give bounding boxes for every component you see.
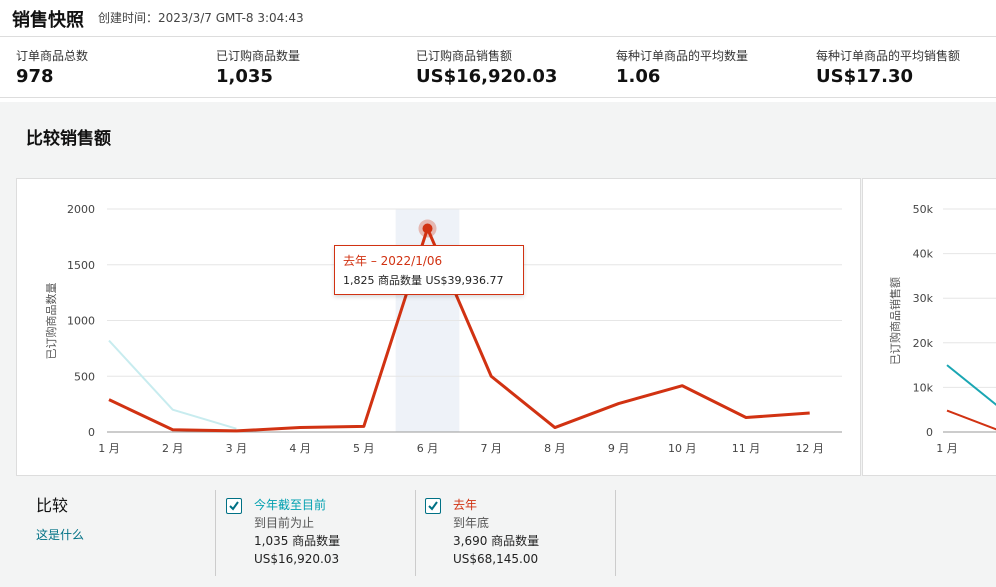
metric-ordered-sales: 已订购商品销售额 US$16,920.03 <box>416 47 557 87</box>
tooltip-title: 去年 – 2022/1/06 <box>343 254 443 268</box>
x-tick-label: 4 月 <box>289 442 311 455</box>
metric-label: 已订购商品销售额 <box>416 49 513 63</box>
legend-sub: 到目前为止 <box>254 516 315 530</box>
series-line[interactable] <box>946 409 996 432</box>
y-tick-label: 0 <box>88 426 95 439</box>
metric-label: 每种订单商品的平均数量 <box>616 49 749 63</box>
chart-tooltip: 去年 – 2022/1/06 1,825 商品数量 US$39,936.77 <box>334 245 524 295</box>
sales-chart-card: 0 10k 20k 30k 40k 50k 1 月 已订购商品销售额 <box>862 178 996 476</box>
divider <box>215 490 216 576</box>
legend-text: 去年 到年底 3,690 商品数量 US$68,145.00 <box>453 496 539 568</box>
metric-units-ordered: 已订购商品数量 1,035 <box>216 47 300 87</box>
tooltip-body: 1,825 商品数量 US$39,936.77 <box>343 274 504 287</box>
y-tick-label: 30k <box>913 292 934 305</box>
y-tick-label: 1500 <box>67 259 95 272</box>
check-icon <box>229 501 239 511</box>
y-tick-label: 10k <box>913 381 934 394</box>
y-tick-label: 40k <box>913 248 934 261</box>
data-point[interactable] <box>422 223 433 234</box>
metric-avg-units: 每种订单商品的平均数量 1.06 <box>616 47 748 87</box>
metric-label: 已订购商品数量 <box>216 49 301 63</box>
x-tick-label: 1 月 <box>98 442 120 455</box>
x-tick-label: 11 月 <box>732 442 761 455</box>
legend-count: 3,690 商品数量 <box>453 534 540 548</box>
x-tick-label: 5 月 <box>353 442 375 455</box>
x-tick-label: 12 月 <box>795 442 824 455</box>
divider <box>615 490 616 576</box>
created-timestamp: 创建时间：2023/3/7 GMT-8 3:04:43 <box>98 11 304 25</box>
metric-total-order-items: 订单商品总数 978 <box>16 47 88 87</box>
page-title: 销售快照 <box>12 10 84 31</box>
last-year-checkbox[interactable] <box>425 498 441 514</box>
sales-chart[interactable]: 0 10k 20k 30k 40k 50k 1 月 已订购商品销售额 <box>863 179 996 477</box>
legend-sales: US$68,145.00 <box>453 552 539 566</box>
metric-label: 订单商品总数 <box>16 49 89 63</box>
y-tick-label: 1000 <box>67 315 95 328</box>
legend-count: 1,035 商品数量 <box>254 534 341 548</box>
metric-value: 1,035 <box>216 66 273 87</box>
check-icon <box>428 501 438 511</box>
current-year-checkbox[interactable] <box>226 498 242 514</box>
x-tick-label: 2 月 <box>162 442 184 455</box>
y-tick-label: 50k <box>913 203 934 216</box>
units-chart-card: 0 500 1000 1500 2000 1 月 2 月 3 月 4 月 5 月 6 月 7 月 8 … <box>16 178 861 476</box>
legend-text: 今年截至目前 到目前为止 1,035 商品数量 US$16,920.03 <box>254 496 340 568</box>
legend-name: 今年截至目前 <box>254 498 327 512</box>
compare-sales-section: 比较销售额 0 500 1000 1500 2000 1 月 2 月 3 月 4 月 5 月 6 … <box>0 102 996 587</box>
y-axis-label: 已订购商品销售额 <box>888 277 902 365</box>
y-tick-label: 500 <box>74 370 95 383</box>
x-tick-label: 1 月 <box>936 442 958 455</box>
metric-value: US$17.30 <box>816 66 914 87</box>
x-tick-label: 10 月 <box>668 442 697 455</box>
x-tick-label: 3 月 <box>226 442 248 455</box>
section-title: 比较销售额 <box>26 129 111 149</box>
legend-sub: 到年底 <box>453 516 490 530</box>
page-header: 销售快照 创建时间：2023/3/7 GMT-8 3:04:43 <box>0 0 996 36</box>
legend-sales: US$16,920.03 <box>254 552 340 566</box>
y-tick-label: 2000 <box>67 203 95 216</box>
divider <box>415 490 416 576</box>
x-tick-label: 8 月 <box>544 442 566 455</box>
x-tick-label: 7 月 <box>480 442 502 455</box>
compare-block: 比较 这是什么 <box>36 492 84 543</box>
units-chart[interactable]: 0 500 1000 1500 2000 1 月 2 月 3 月 4 月 5 月 6 月 7 月 8 … <box>17 179 862 477</box>
what-is-this-link[interactable]: 这是什么 <box>36 526 84 543</box>
metric-value: US$16,920.03 <box>416 66 558 87</box>
metric-label: 每种订单商品的平均销售额 <box>816 49 961 63</box>
metrics-bar: 订单商品总数 978 已订购商品数量 1,035 已订购商品销售额 US$16,… <box>0 36 996 98</box>
metric-value: 978 <box>16 66 54 87</box>
compare-title: 比较 <box>36 496 69 515</box>
y-tick-label: 20k <box>913 337 934 350</box>
x-tick-label: 9 月 <box>608 442 630 455</box>
metric-value: 1.06 <box>616 66 661 87</box>
y-tick-label: 0 <box>926 426 933 439</box>
legend-name: 去年 <box>453 498 478 512</box>
metric-avg-sales: 每种订单商品的平均销售额 US$17.30 <box>816 47 960 87</box>
x-tick-label: 6 月 <box>417 442 439 455</box>
y-axis-label: 已订购商品数量 <box>44 283 58 360</box>
series-line-current-year[interactable] <box>108 339 237 430</box>
